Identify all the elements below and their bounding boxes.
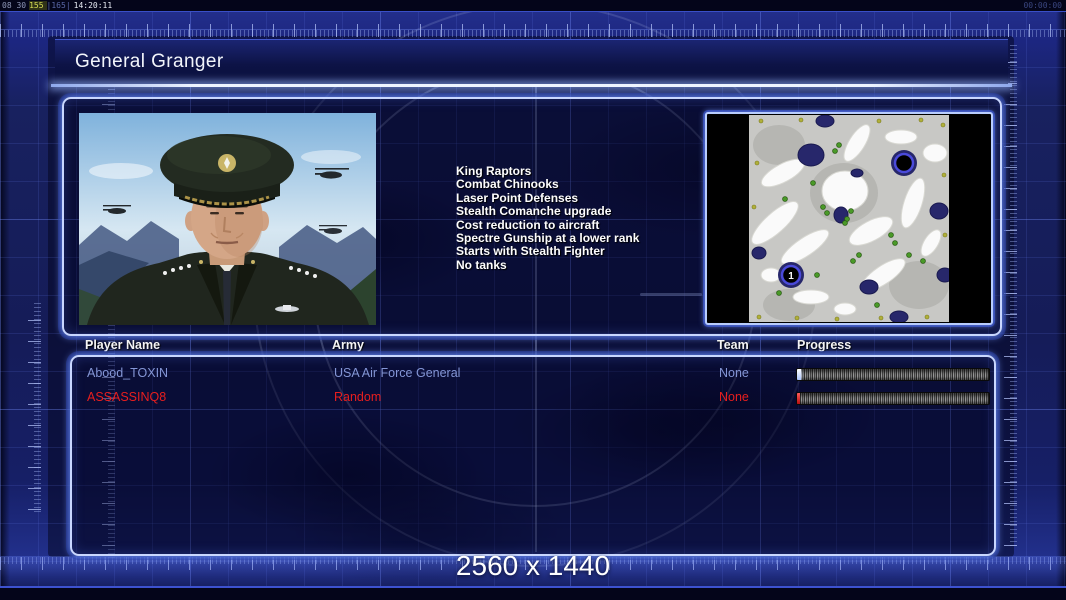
spawn-marker-label: 1 <box>788 271 794 282</box>
player-name: Abood_TOXIN <box>87 366 169 380</box>
ability-item: Stealth Comanche upgrade <box>456 204 612 219</box>
ruler-top <box>0 24 1066 37</box>
general-portrait-art <box>79 113 376 325</box>
ability-item: Spectre Gunship at a lower rank <box>456 231 640 246</box>
match-timer: 00:00:00 <box>1023 1 1062 10</box>
player-team: None <box>719 390 749 404</box>
player-row: Abood_TOXIN USA Air Force General None <box>72 366 994 384</box>
ability-item: Combat Chinooks <box>456 177 559 192</box>
minimap-panel: 1 <box>705 112 993 325</box>
column-header-army: Army <box>332 338 364 352</box>
player-progress-fill <box>797 393 800 404</box>
player-progress-bar <box>796 368 990 381</box>
fps-counter: 08 30 <box>2 1 27 10</box>
debug-counters: 08 30 155 |165| 14:20:11 <box>2 0 115 11</box>
loading-screen: 08 30 155 |165| 14:20:11 00:00:00 General G… <box>0 0 1066 600</box>
counter-highlight: 155 <box>29 1 47 10</box>
title-bar: General Granger <box>51 39 1012 87</box>
players-panel: Abood_TOXIN USA Air Force General None A… <box>70 355 996 556</box>
ability-item: No tanks <box>456 257 507 272</box>
general-portrait-image <box>79 113 376 325</box>
ruler-left-inner <box>28 300 41 512</box>
column-header-progress: Progress <box>797 338 852 352</box>
player-progress-bar <box>796 392 990 405</box>
bottom-edge-strip <box>0 586 1066 600</box>
ability-item: King Raptors <box>456 164 532 178</box>
ability-item: Cost reduction to aircraft <box>456 217 600 232</box>
player-row: ASSASSINQ8 Random None <box>72 390 994 408</box>
resolution-text: 2560 x 1440 <box>455 550 611 581</box>
player-team: None <box>719 366 749 380</box>
minimap-art: 1 <box>749 114 954 324</box>
player-army: Random <box>334 390 382 404</box>
title-underline-glow <box>51 84 1012 87</box>
spawn-marker-1: 1 <box>778 262 804 288</box>
column-header-player-name: Player Name <box>85 338 161 352</box>
player-progress-fill <box>797 369 801 380</box>
debug-status-bar: 08 30 155 |165| 14:20:11 00:00:00 <box>0 0 1066 12</box>
general-abilities-list: King Raptors Combat Chinooks Laser Point… <box>456 164 716 272</box>
minimap-image: 1 <box>749 114 954 324</box>
spawn-marker-empty <box>891 150 917 176</box>
counter-dim: |165| <box>46 1 71 10</box>
general-info-panel: King Raptors Combat Chinooks Laser Point… <box>62 97 1002 336</box>
ability-item: Laser Point Defenses <box>456 190 579 205</box>
page-title: General Granger <box>75 51 224 72</box>
ruler-right <box>1004 42 1017 547</box>
ability-item: Starts with Stealth Fighter <box>456 244 605 259</box>
player-name: ASSASSINQ8 <box>87 390 167 404</box>
clock-readout: 14:20:11 <box>73 1 113 10</box>
player-army: USA Air Force General <box>334 366 461 380</box>
column-header-team: Team <box>717 338 749 352</box>
